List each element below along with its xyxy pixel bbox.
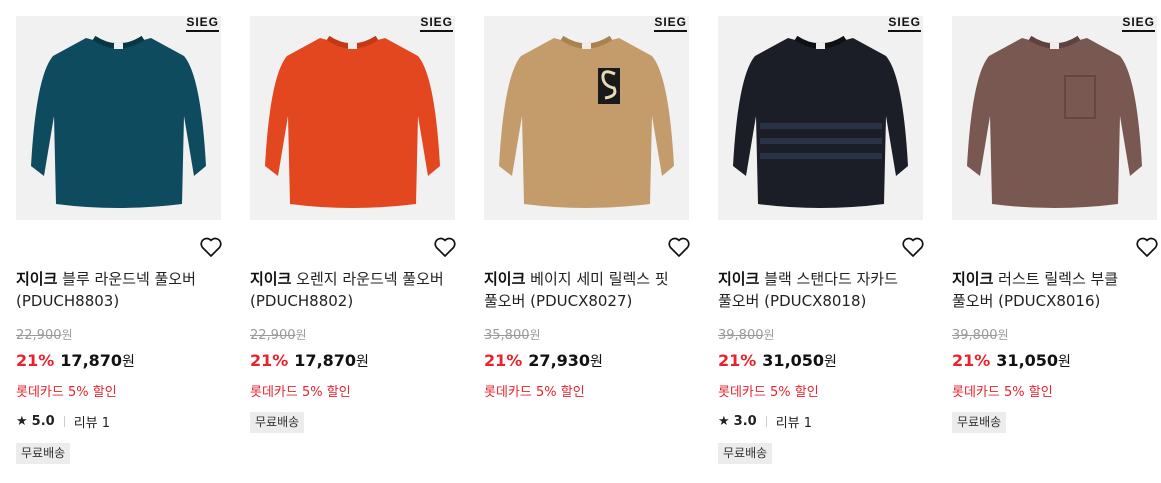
sweater-tag xyxy=(816,43,825,49)
brand-logo: SIEG xyxy=(1122,16,1155,32)
review-count[interactable]: 리뷰 1 xyxy=(776,412,812,431)
sweater-body xyxy=(499,38,674,208)
sale-price: 21% 27,930원 xyxy=(484,350,603,373)
product-brand: 지이크 xyxy=(250,270,292,288)
heart-outline-icon[interactable] xyxy=(199,236,223,258)
product-name[interactable]: 지이크 러스트 릴렉스 부클 풀오버 (PDUCX8016) xyxy=(952,268,1157,312)
sale-price-value: 27,930 xyxy=(528,351,591,370)
product-name[interactable]: 지이크 블랙 스탠다드 자카드 풀오버 (PDUCX8018) xyxy=(718,268,923,312)
divider xyxy=(63,416,65,427)
product-name[interactable]: 지이크 베이지 세미 릴렉스 핏 풀오버 (PDUCX8027) xyxy=(484,268,689,312)
free-shipping-badge: 무료배송 xyxy=(16,443,71,464)
sweater-body xyxy=(967,38,1142,208)
product-card[interactable]: SIEG 지이크 블랙 스탠다드 자카드 풀오버 (PDUCX8018) 39,… xyxy=(718,16,924,464)
star-icon: ★ xyxy=(718,414,730,429)
currency-unit: 원 xyxy=(997,328,1009,342)
rating-score: 3.0 xyxy=(733,414,757,429)
heart-outline-icon[interactable] xyxy=(901,236,925,258)
sale-price: 21% 17,870원 xyxy=(16,350,135,373)
rating-row: ★ 5.0 리뷰 1 xyxy=(16,412,110,431)
currency-unit: 원 xyxy=(1058,354,1071,370)
currency-unit: 원 xyxy=(61,328,73,342)
original-price: 39,800원 xyxy=(718,326,775,343)
sweater-illustration xyxy=(31,35,206,208)
original-price: 35,800원 xyxy=(484,326,541,343)
card-promo: 롯데카드 5% 할인 xyxy=(952,385,1053,400)
sale-price-value: 17,870 xyxy=(294,351,357,370)
sale-price-value: 31,050 xyxy=(996,351,1059,370)
sale-price: 21% 17,870원 xyxy=(250,350,369,373)
brand-logo: SIEG xyxy=(888,16,921,32)
brand-logo: SIEG xyxy=(420,16,453,32)
original-price-value: 22,900 xyxy=(250,328,296,343)
rating-row: ★ 3.0 리뷰 1 xyxy=(718,412,812,431)
product-card[interactable]: SIEG 지이크 오렌지 라운드넥 풀오버 (PDUCH8802) 22,900… xyxy=(250,16,456,433)
sweater-illustration xyxy=(967,35,1142,208)
sweater-body xyxy=(265,38,440,208)
product-card[interactable]: SIEG 지이크 블루 라운드넥 풀오버 (PDUCH8803) 22,900원… xyxy=(16,16,222,464)
original-price: 22,900원 xyxy=(16,326,73,343)
product-brand: 지이크 xyxy=(718,270,760,288)
sale-price: 21% 31,050원 xyxy=(718,350,837,373)
product-image[interactable]: SIEG xyxy=(718,16,923,220)
sale-price-value: 31,050 xyxy=(762,351,825,370)
sweater-illustration xyxy=(499,35,674,208)
original-price: 39,800원 xyxy=(952,326,1009,343)
discount-rate: 21% xyxy=(718,351,757,370)
sweater-illustration xyxy=(265,35,440,208)
sweater-tag xyxy=(114,43,123,49)
discount-rate: 21% xyxy=(16,351,55,370)
free-shipping-badge: 무료배송 xyxy=(952,412,1007,433)
sweater-tag xyxy=(348,43,357,49)
currency-unit: 원 xyxy=(824,354,837,370)
product-brand: 지이크 xyxy=(16,270,58,288)
sweater-body xyxy=(31,38,206,208)
currency-unit: 원 xyxy=(763,328,775,342)
product-image[interactable]: SIEG xyxy=(484,16,689,220)
product-name[interactable]: 지이크 블루 라운드넥 풀오버 (PDUCH8803) xyxy=(16,268,221,312)
product-card[interactable]: SIEG 지이크 러스트 릴렉스 부클 풀오버 (PDUCX8016) 39,8… xyxy=(952,16,1158,433)
review-count[interactable]: 리뷰 1 xyxy=(74,412,110,431)
sweater-illustration xyxy=(733,35,908,208)
sweater-tag xyxy=(1050,43,1059,49)
product-brand: 지이크 xyxy=(484,270,526,288)
card-promo: 롯데카드 5% 할인 xyxy=(484,385,585,400)
product-image[interactable]: SIEG xyxy=(16,16,221,220)
original-price-value: 22,900 xyxy=(16,328,62,343)
product-card[interactable]: SIEG 지이크 베이지 세미 릴렉스 핏 풀오버 (PDUCX8027) 35… xyxy=(484,16,690,400)
product-name[interactable]: 지이크 오렌지 라운드넥 풀오버 (PDUCH8802) xyxy=(250,268,455,312)
sale-price: 21% 31,050원 xyxy=(952,350,1071,373)
heart-outline-icon[interactable] xyxy=(433,236,457,258)
brand-logo: SIEG xyxy=(654,16,687,32)
original-price: 22,900원 xyxy=(250,326,307,343)
product-grid: SIEG 지이크 블루 라운드넥 풀오버 (PDUCH8803) 22,900원… xyxy=(0,0,1161,483)
currency-unit: 원 xyxy=(590,354,603,370)
card-promo: 롯데카드 5% 할인 xyxy=(250,385,351,400)
currency-unit: 원 xyxy=(356,354,369,370)
currency-unit: 원 xyxy=(122,354,135,370)
original-price-value: 35,800 xyxy=(484,328,530,343)
rating-score: 5.0 xyxy=(31,414,55,429)
free-shipping-badge: 무료배송 xyxy=(718,443,773,464)
currency-unit: 원 xyxy=(295,328,307,342)
brand-logo: SIEG xyxy=(186,16,219,32)
currency-unit: 원 xyxy=(529,328,541,342)
sweater-tag xyxy=(582,43,591,49)
original-price-value: 39,800 xyxy=(952,328,998,343)
divider xyxy=(765,416,767,427)
card-promo: 롯데카드 5% 할인 xyxy=(16,385,117,400)
product-image[interactable]: SIEG xyxy=(250,16,455,220)
product-image[interactable]: SIEG xyxy=(952,16,1157,220)
free-shipping-badge: 무료배송 xyxy=(250,412,305,433)
star-icon: ★ xyxy=(16,414,28,429)
discount-rate: 21% xyxy=(952,351,991,370)
discount-rate: 21% xyxy=(250,351,289,370)
sale-price-value: 17,870 xyxy=(60,351,123,370)
discount-rate: 21% xyxy=(484,351,523,370)
heart-outline-icon[interactable] xyxy=(667,236,691,258)
original-price-value: 39,800 xyxy=(718,328,764,343)
heart-outline-icon[interactable] xyxy=(1135,236,1159,258)
card-promo: 롯데카드 5% 할인 xyxy=(718,385,819,400)
product-brand: 지이크 xyxy=(952,270,994,288)
